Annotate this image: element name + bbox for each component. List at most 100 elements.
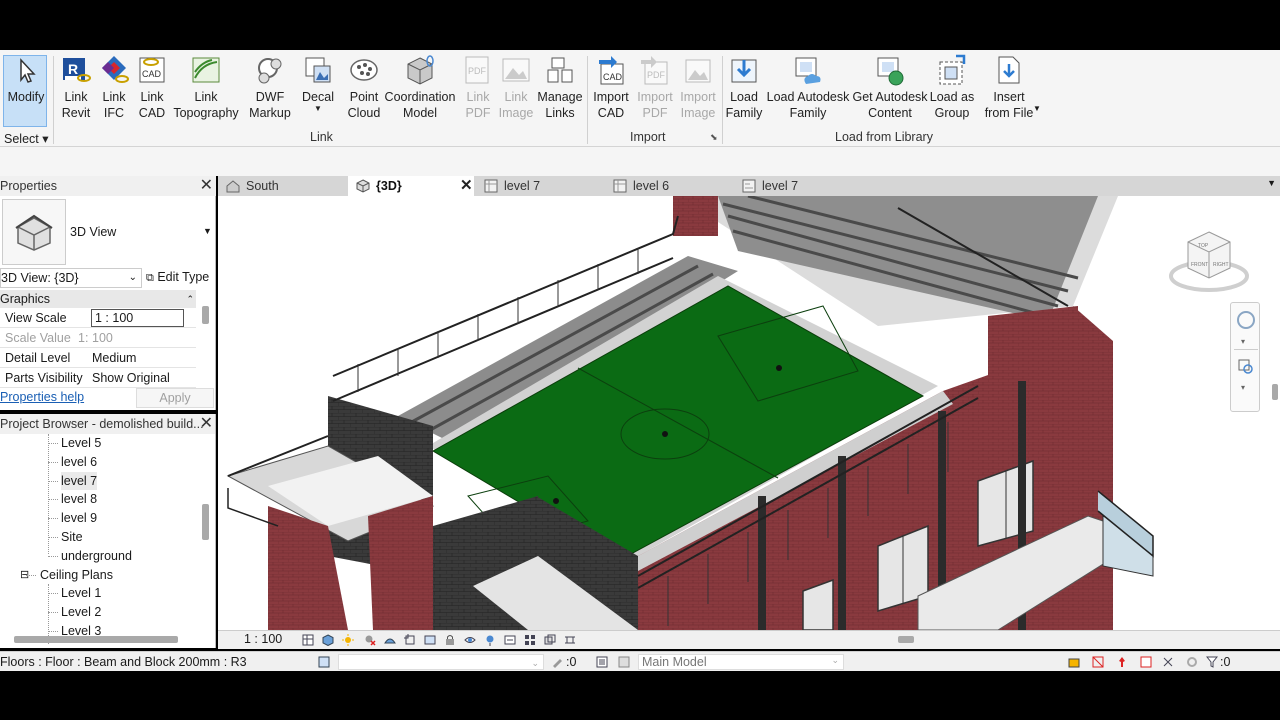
3d-viewport[interactable]: TOP FRONT RIGHT ▾ ▾ (218, 196, 1280, 630)
view-scale-input[interactable]: 1 : 100 (91, 309, 184, 327)
browser-item[interactable]: level 7 (61, 471, 98, 490)
tab-level-7-plan[interactable]: level 7 (476, 176, 604, 196)
browser-item[interactable]: underground (61, 547, 132, 565)
close-icon[interactable]: ✕ (460, 177, 473, 195)
decal-dropdown-icon[interactable]: ▼ (314, 105, 322, 113)
tab-overflow-icon[interactable]: ▼ (1267, 178, 1276, 188)
view-scale-label[interactable]: 1 : 100 (244, 632, 282, 646)
design-option-set-icon[interactable] (618, 656, 630, 668)
browser-item[interactable]: Level 1 (61, 584, 101, 602)
zoom-region-icon[interactable] (1238, 359, 1254, 375)
select-underlay-icon[interactable] (1092, 656, 1104, 668)
highlight-displacement-icon[interactable] (544, 634, 556, 646)
prop-row-detail-level[interactable]: Detail Level Medium (0, 348, 196, 368)
steering-wheel-icon[interactable] (1237, 311, 1255, 329)
browser-item[interactable]: Site (61, 528, 83, 546)
select-by-face-icon[interactable] (1140, 656, 1152, 668)
crop-view-icon[interactable] (404, 634, 416, 646)
status-bar: Floors : Floor : Beam and Block 200mm : … (0, 651, 1280, 671)
select-pinned-icon[interactable] (1116, 656, 1128, 668)
workset-selector[interactable]: ⌄ (338, 654, 544, 670)
viewcube-top-label[interactable]: TOP (1198, 243, 1209, 249)
drag-on-selection-icon[interactable] (1162, 656, 1174, 668)
load-as-group-button[interactable]: Load as Group (930, 54, 974, 121)
manage-links-button[interactable]: Manage Links (537, 54, 583, 121)
properties-help-link[interactable]: Properties help (0, 390, 84, 404)
viewcube[interactable]: TOP FRONT RIGHT (1168, 228, 1250, 301)
browser-vscrollbar[interactable] (202, 504, 209, 540)
apply-button[interactable]: Apply (136, 388, 214, 408)
browser-item[interactable]: level 6 (61, 453, 97, 471)
sun-path-icon[interactable] (342, 634, 354, 646)
active-design-option-selector[interactable]: Main Model ⌄ (638, 654, 844, 670)
link-pdf-button[interactable]: PDF Link PDF (462, 54, 494, 121)
reveal-constraints-icon[interactable] (564, 634, 576, 646)
show-crop-region-icon[interactable] (424, 634, 436, 646)
building-model[interactable] (218, 196, 1280, 630)
visual-style-icon[interactable] (322, 634, 334, 646)
close-icon[interactable]: ✕ (200, 414, 213, 434)
type-selector-thumbnail[interactable] (2, 199, 66, 265)
edit-type-button[interactable]: ⧉ Edit Type (146, 268, 209, 287)
insert-from-file-dropdown-icon[interactable]: ▼ (1033, 104, 1041, 113)
browser-item[interactable]: level 9 (61, 509, 97, 527)
view-instance-selector[interactable]: 3D View: {3D} ⌄ (0, 268, 142, 288)
load-autodesk-family-button[interactable]: Load Autodesk Family (766, 54, 850, 121)
coordination-model-button[interactable]: Coordination Model (384, 54, 456, 121)
tab-level-6[interactable]: level 6 (605, 176, 733, 196)
link-revit-button[interactable]: R Link Revit (60, 54, 92, 121)
prop-value[interactable]: Show Original (92, 368, 170, 388)
browser-item[interactable]: Level 5 (61, 434, 101, 452)
import-pdf-button[interactable]: PDF Import PDF (635, 54, 675, 121)
browser-item[interactable]: Ceiling Plans (40, 566, 113, 584)
import-cad-button[interactable]: CAD Import CAD (591, 54, 631, 121)
select-dropdown[interactable]: Select ▾ (4, 131, 49, 146)
close-icon[interactable]: ✕ (200, 176, 213, 196)
browser-item[interactable]: level 8 (61, 490, 97, 508)
link-ifc-button[interactable]: Link IFC (98, 54, 130, 121)
link-image-button[interactable]: Link Image (498, 54, 534, 121)
browser-hscrollbar[interactable] (14, 636, 178, 643)
viewport-vscrollbar[interactable] (1272, 384, 1278, 400)
link-topography-button[interactable]: Link Topography (172, 54, 240, 121)
prop-value[interactable]: Medium (92, 348, 136, 368)
decal-button[interactable]: Decal ▼ (302, 54, 334, 113)
group-header-graphics[interactable]: Graphics ⌃ (0, 290, 196, 308)
worksets-icon[interactable] (318, 656, 330, 668)
chevron-down-icon[interactable]: ▾ (1241, 383, 1245, 392)
render-icon[interactable] (384, 634, 396, 646)
detail-level-icon[interactable] (302, 634, 314, 646)
select-links-icon[interactable] (1068, 656, 1080, 668)
viewport-hscrollbar[interactable] (898, 636, 914, 643)
get-autodesk-content-button[interactable]: Get Autodesk Content (852, 54, 928, 121)
insert-from-file-button[interactable]: Insert from File (984, 54, 1034, 121)
prop-row-parts-visibility[interactable]: Parts Visibility Show Original (0, 368, 196, 388)
import-dialog-launcher-icon[interactable]: ⬊ (710, 132, 718, 143)
background-process-icon[interactable] (1186, 656, 1198, 668)
analytical-model-icon[interactable] (524, 634, 536, 646)
load-family-button[interactable]: Load Family (724, 54, 764, 121)
import-image-button[interactable]: Import Image (678, 54, 718, 121)
reveal-hidden-icon[interactable] (484, 634, 496, 646)
type-dropdown-icon[interactable]: ▼ (203, 226, 212, 236)
shadows-icon[interactable] (364, 634, 376, 646)
temporary-hide-icon[interactable] (464, 634, 476, 646)
filter-icon[interactable] (1206, 656, 1218, 668)
lock-3d-view-icon[interactable] (444, 634, 456, 646)
worksharing-display-icon[interactable] (504, 634, 516, 646)
link-cad-button[interactable]: CAD Link CAD (136, 54, 168, 121)
viewcube-right-label[interactable]: RIGHT (1213, 262, 1229, 268)
browser-item[interactable]: Level 2 (61, 603, 101, 621)
properties-scrollbar[interactable] (202, 306, 209, 324)
tab-south[interactable]: South (218, 176, 346, 196)
point-cloud-button[interactable]: Point Cloud (344, 54, 384, 121)
design-options-icon[interactable] (596, 656, 608, 668)
collapse-icon[interactable]: ⌃ (186, 290, 194, 308)
editable-only-icon[interactable] (551, 656, 563, 668)
dwf-markup-button[interactable]: DWF Markup (248, 54, 292, 121)
modify-button[interactable]: Modify (6, 54, 46, 105)
viewcube-front-label[interactable]: FRONT (1191, 262, 1208, 268)
chevron-down-icon[interactable]: ▾ (1241, 337, 1245, 346)
tab-3d[interactable]: {3D} ✕ (348, 176, 474, 196)
tab-level-7-ceiling[interactable]: level 7 (734, 176, 862, 196)
